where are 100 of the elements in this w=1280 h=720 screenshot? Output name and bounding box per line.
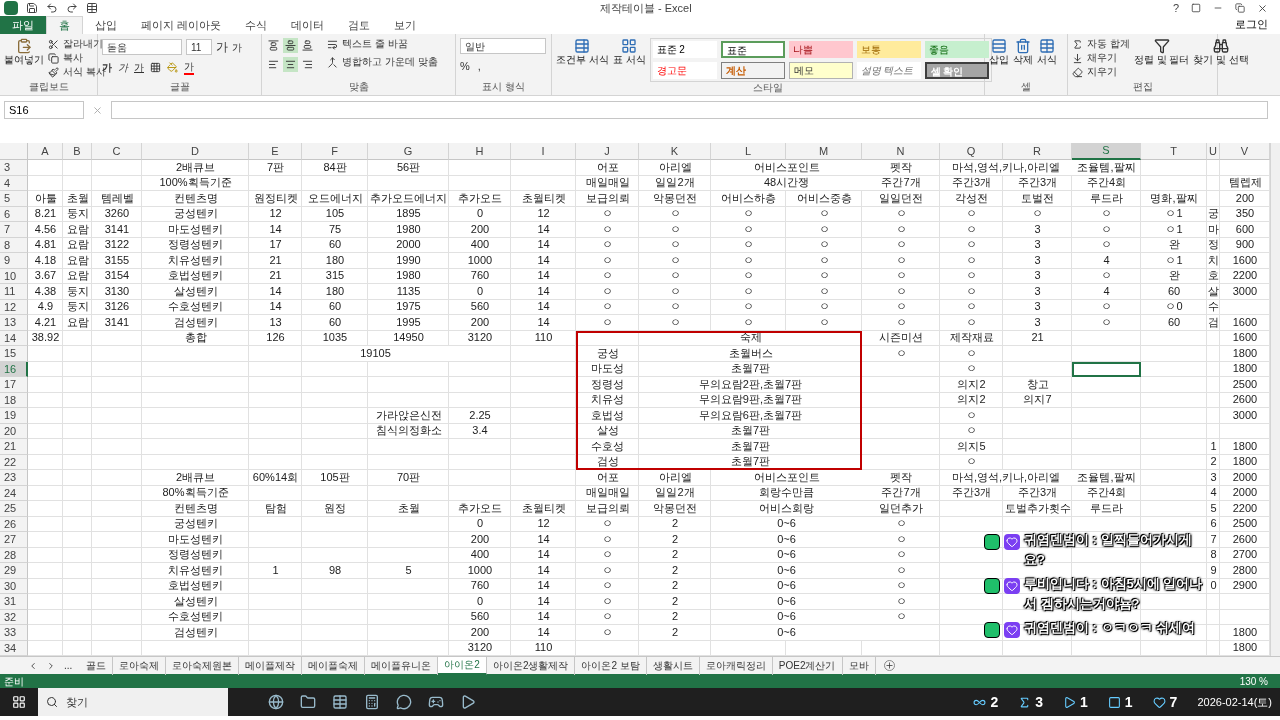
add-sheet-icon[interactable] [883,660,895,671]
grow-font-button[interactable]: 가 [216,38,228,56]
sort-filter-button[interactable]: 정렬 및 필터 [1133,54,1190,66]
taskbar-search-field[interactable]: 찾기 [38,688,228,716]
cell-style-button[interactable]: 좋음 [924,41,989,58]
undo-icon[interactable] [46,2,58,14]
sigma-icon[interactable] [1072,38,1083,50]
cell-style-button[interactable]: 설명 텍스트 [856,62,921,79]
login-link[interactable]: 로그인 [1235,15,1280,34]
close-icon[interactable] [1257,2,1268,14]
cell-style-button[interactable]: 표준 2 [652,41,717,58]
table-icon[interactable] [574,38,591,54]
row-header[interactable]: 33 [0,625,28,641]
formula-input[interactable] [111,101,1268,119]
ribbon-tab[interactable]: 삽입 [83,16,129,34]
clipboard-button[interactable]: 잘라내기 [63,38,103,50]
sheet-tab[interactable]: 아이온2 [438,656,487,675]
row-header[interactable]: 29 [0,563,28,579]
row-header[interactable]: 17 [0,377,28,393]
row-header[interactable]: 9 [0,253,28,269]
number-format-field[interactable]: 일반 [460,38,546,54]
vertical-align-button[interactable] [266,38,281,53]
column-header[interactable]: L [711,143,786,160]
column-header[interactable]: U [1207,143,1220,160]
column-header[interactable]: V [1220,143,1270,160]
vertical-scrollbar[interactable] [1270,143,1280,656]
scroll-left-icon[interactable] [28,660,38,671]
cell-style-button[interactable]: 표준 [720,41,785,58]
table-icon[interactable] [332,694,348,710]
wrap-text-button[interactable]: 텍스트 줄 바꿈 [342,38,408,50]
conditional-format-button[interactable]: 조건부 서식 [556,54,609,66]
paintbrush-icon[interactable] [48,66,59,78]
row-header[interactable]: 23 [0,470,28,486]
row-header[interactable]: 7 [0,222,28,238]
start-icon[interactable] [12,695,26,709]
gamepad-icon[interactable] [428,694,444,710]
column-header[interactable]: K [639,143,711,160]
ribbon-tab[interactable]: 홈 [46,16,83,34]
borders-icon[interactable] [150,62,161,73]
row-header[interactable]: 11 [0,284,28,300]
column-header[interactable]: J [576,143,639,160]
cell-style-button[interactable]: 계산 [720,62,785,79]
vertical-align-button[interactable] [283,38,298,53]
font-color-button[interactable]: 가 [184,60,194,75]
binoculars-icon[interactable] [1213,38,1230,54]
fill-color-icon[interactable] [167,62,178,73]
help-button[interactable]: ? [1172,0,1179,17]
file-tab[interactable]: 파일 [0,16,46,34]
comma-button[interactable]: , [477,58,481,75]
column-header[interactable]: C [92,143,142,160]
cells-button[interactable]: 서식 [1037,54,1057,66]
editing-button[interactable]: 채우기 [1087,52,1117,64]
folder-icon[interactable] [300,694,316,710]
row-header[interactable]: 13 [0,315,28,331]
ribbon-tab[interactable]: 검토 [336,16,383,34]
italic-button[interactable]: 가 [118,60,128,75]
redo-icon[interactable] [66,2,78,14]
globe-icon[interactable] [268,694,284,710]
cell-style-button[interactable]: 보통 [856,41,921,58]
cell-style-button[interactable]: 경고문 [652,62,717,79]
ribbon-tab[interactable]: 수식 [233,16,280,34]
paste-button[interactable]: 붙여넣기 [4,54,44,66]
save-icon[interactable] [26,2,38,14]
column-header[interactable]: B [63,143,92,160]
horizontal-align-button[interactable] [283,57,298,72]
column-header[interactable]: Q [940,143,1003,160]
wrap-text-icon[interactable] [327,38,338,50]
fill-down-icon[interactable] [1072,52,1083,64]
font-size-field[interactable]: 11 [186,39,212,55]
column-header[interactable]: S [1072,143,1141,160]
trash-icon[interactable] [1015,38,1031,54]
play-icon[interactable] [460,694,476,710]
row-header[interactable]: 25 [0,501,28,517]
font-name-field[interactable]: 돋움 [102,39,182,55]
ribbon-tab[interactable]: 페이지 레이아웃 [129,16,234,34]
name-box[interactable]: S16 [4,101,84,119]
column-header[interactable]: T [1141,143,1207,160]
cell-style-button[interactable]: 나쁨 [788,41,853,58]
editing-button[interactable]: 자동 합계 [1087,38,1130,50]
find-select-button[interactable]: 찾기 및 선택 [1193,54,1249,66]
calculator-icon[interactable] [364,694,380,710]
column-header[interactable]: M [786,143,862,160]
column-header[interactable]: A [28,143,63,160]
column-header[interactable]: H [449,143,511,160]
rows-icon[interactable] [991,38,1007,54]
ribbon-tab[interactable]: 데이터 [279,16,337,34]
row-header[interactable]: 15 [0,346,28,362]
column-header[interactable]: D [142,143,249,160]
cells-button[interactable]: 삭제 [1013,54,1033,66]
eraser-icon[interactable] [1072,66,1083,78]
column-header[interactable]: E [249,143,302,160]
column-header[interactable]: R [1003,143,1072,160]
column-header[interactable]: N [862,143,940,160]
copy-icon[interactable] [48,52,59,64]
row-header[interactable]: 3 [0,160,28,176]
row-header[interactable]: 19 [0,408,28,424]
chat-bubble-icon[interactable] [396,694,412,710]
merge-icon[interactable] [327,56,338,68]
format-table-button[interactable]: 표 서식 [612,54,646,66]
clipboard-button[interactable]: 복사 [63,52,83,64]
